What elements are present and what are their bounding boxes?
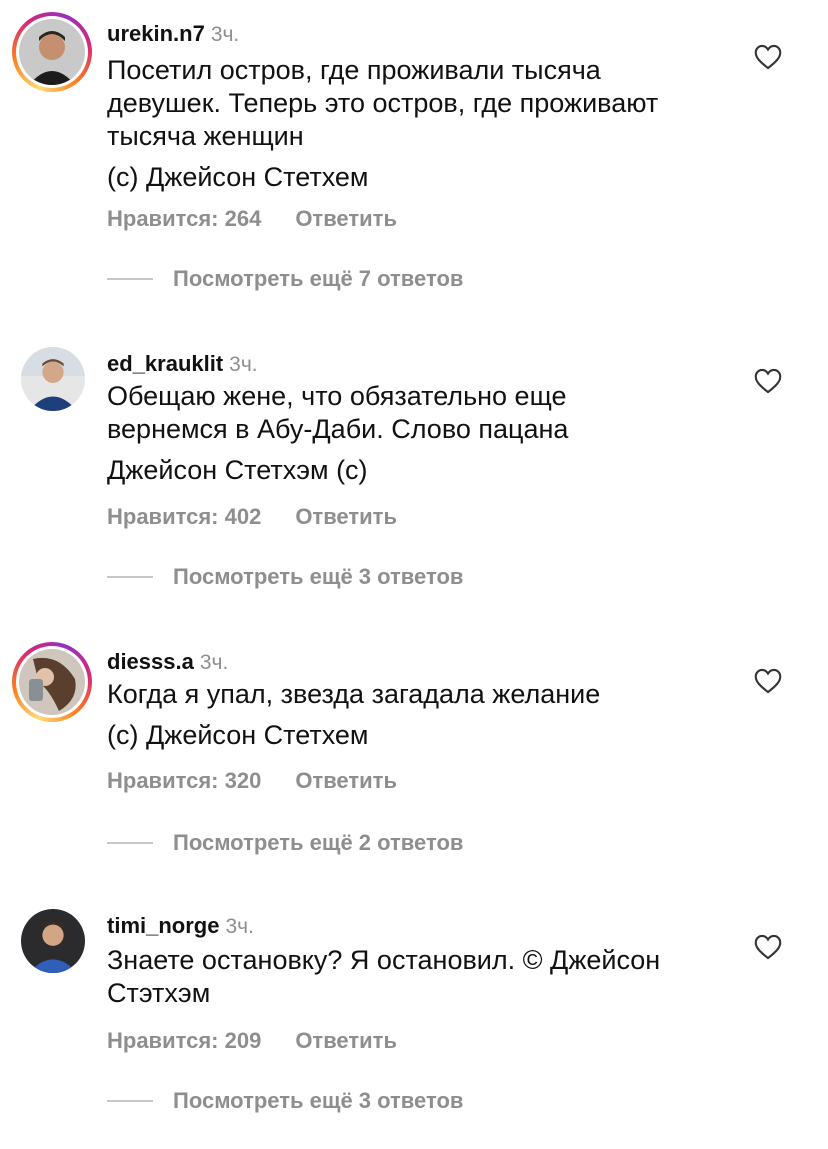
view-replies-label: Посмотреть ещё 2 ответов xyxy=(173,830,464,855)
comment-line: Обещаю жене, что обязательно еще xyxy=(107,381,567,411)
comment-text: Обещаю жене, что обязательно еще вернемс… xyxy=(107,380,737,487)
avatar xyxy=(21,347,85,411)
view-replies-button[interactable]: Посмотреть ещё 3 ответов xyxy=(107,564,463,590)
avatar-story-ring[interactable] xyxy=(12,642,92,722)
comment-actions: Нравится: 402 Ответить xyxy=(107,504,397,530)
comment-line: Когда я упал, звезда загадала желание xyxy=(107,679,601,709)
avatar xyxy=(19,19,85,85)
view-replies-label: Посмотреть ещё 3 ответов xyxy=(173,1088,464,1113)
avatar-container[interactable] xyxy=(20,346,86,412)
like-heart-icon[interactable] xyxy=(754,934,782,960)
replies-divider xyxy=(107,278,153,280)
timestamp: 3ч. xyxy=(210,23,240,46)
view-replies-label: Посмотреть ещё 3 ответов xyxy=(173,564,464,589)
avatar xyxy=(21,909,85,973)
like-heart-icon[interactable] xyxy=(754,368,782,394)
view-replies-button[interactable]: Посмотреть ещё 7 ответов xyxy=(107,266,463,292)
view-replies-label: Посмотреть ещё 7 ответов xyxy=(173,266,464,291)
likes-count[interactable]: Нравится: 402 xyxy=(107,504,261,530)
username[interactable]: timi_norge xyxy=(107,913,219,938)
comment-text: Когда я упал, звезда загадала желание (с… xyxy=(107,678,737,752)
reply-button[interactable]: Ответить xyxy=(295,206,397,232)
avatar xyxy=(19,649,85,715)
username[interactable]: urekin.n7 xyxy=(107,21,205,46)
replies-divider xyxy=(107,842,153,844)
avatar-container[interactable] xyxy=(20,908,86,974)
comment-actions: Нравится: 320 Ответить xyxy=(107,768,397,794)
replies-divider xyxy=(107,576,153,578)
comment-line: Джейсон Стетхэм (с) xyxy=(107,455,368,485)
comment-line: тысяча женщин xyxy=(107,121,304,151)
comment-actions: Нравится: 264 Ответить xyxy=(107,206,397,232)
timestamp: 3ч. xyxy=(199,651,229,674)
comment-line: девушек. Теперь это остров, где проживаю… xyxy=(107,88,659,118)
likes-count[interactable]: Нравится: 209 xyxy=(107,1028,261,1054)
likes-count[interactable]: Нравится: 264 xyxy=(107,206,261,232)
username[interactable]: ed_krauklit xyxy=(107,351,223,376)
view-replies-button[interactable]: Посмотреть ещё 2 ответов xyxy=(107,830,463,856)
like-heart-icon[interactable] xyxy=(754,44,782,70)
like-heart-icon[interactable] xyxy=(754,668,782,694)
comment-header: diesss.a 3ч. xyxy=(107,648,228,677)
comment-text: Знаете остановку? Я остановил. © Джейсон… xyxy=(107,944,737,1010)
comment-header: ed_krauklit 3ч. xyxy=(107,350,258,379)
comment-text: Посетил остров, где проживали тысяча дев… xyxy=(107,54,737,194)
reply-button[interactable]: Ответить xyxy=(295,504,397,530)
avatar-story-ring[interactable] xyxy=(12,12,92,92)
reply-button[interactable]: Ответить xyxy=(295,768,397,794)
comment-line: Знаете остановку? Я остановил. © Джейсон xyxy=(107,945,661,975)
comment-header: urekin.n7 3ч. xyxy=(107,20,239,49)
view-replies-button[interactable]: Посмотреть ещё 3 ответов xyxy=(107,1088,463,1114)
comment-line: (с) Джейсон Стетхем xyxy=(107,720,369,750)
comment-line: Посетил остров, где проживали тысяча xyxy=(107,55,601,85)
timestamp: 3ч. xyxy=(229,353,258,376)
username[interactable]: diesss.a xyxy=(107,649,194,674)
replies-divider xyxy=(107,1100,153,1102)
likes-count[interactable]: Нравится: 320 xyxy=(107,768,261,794)
reply-button[interactable]: Ответить xyxy=(295,1028,397,1054)
comment-line: вернемся в Абу-Даби. Слово пацана xyxy=(107,414,569,444)
comment-line: Стэтхэм xyxy=(107,978,211,1008)
timestamp: 3ч. xyxy=(225,915,254,938)
comment-line: (с) Джейсон Стетхем xyxy=(107,162,369,192)
comment-header: timi_norge 3ч. xyxy=(107,912,254,941)
comment-actions: Нравится: 209 Ответить xyxy=(107,1028,397,1054)
